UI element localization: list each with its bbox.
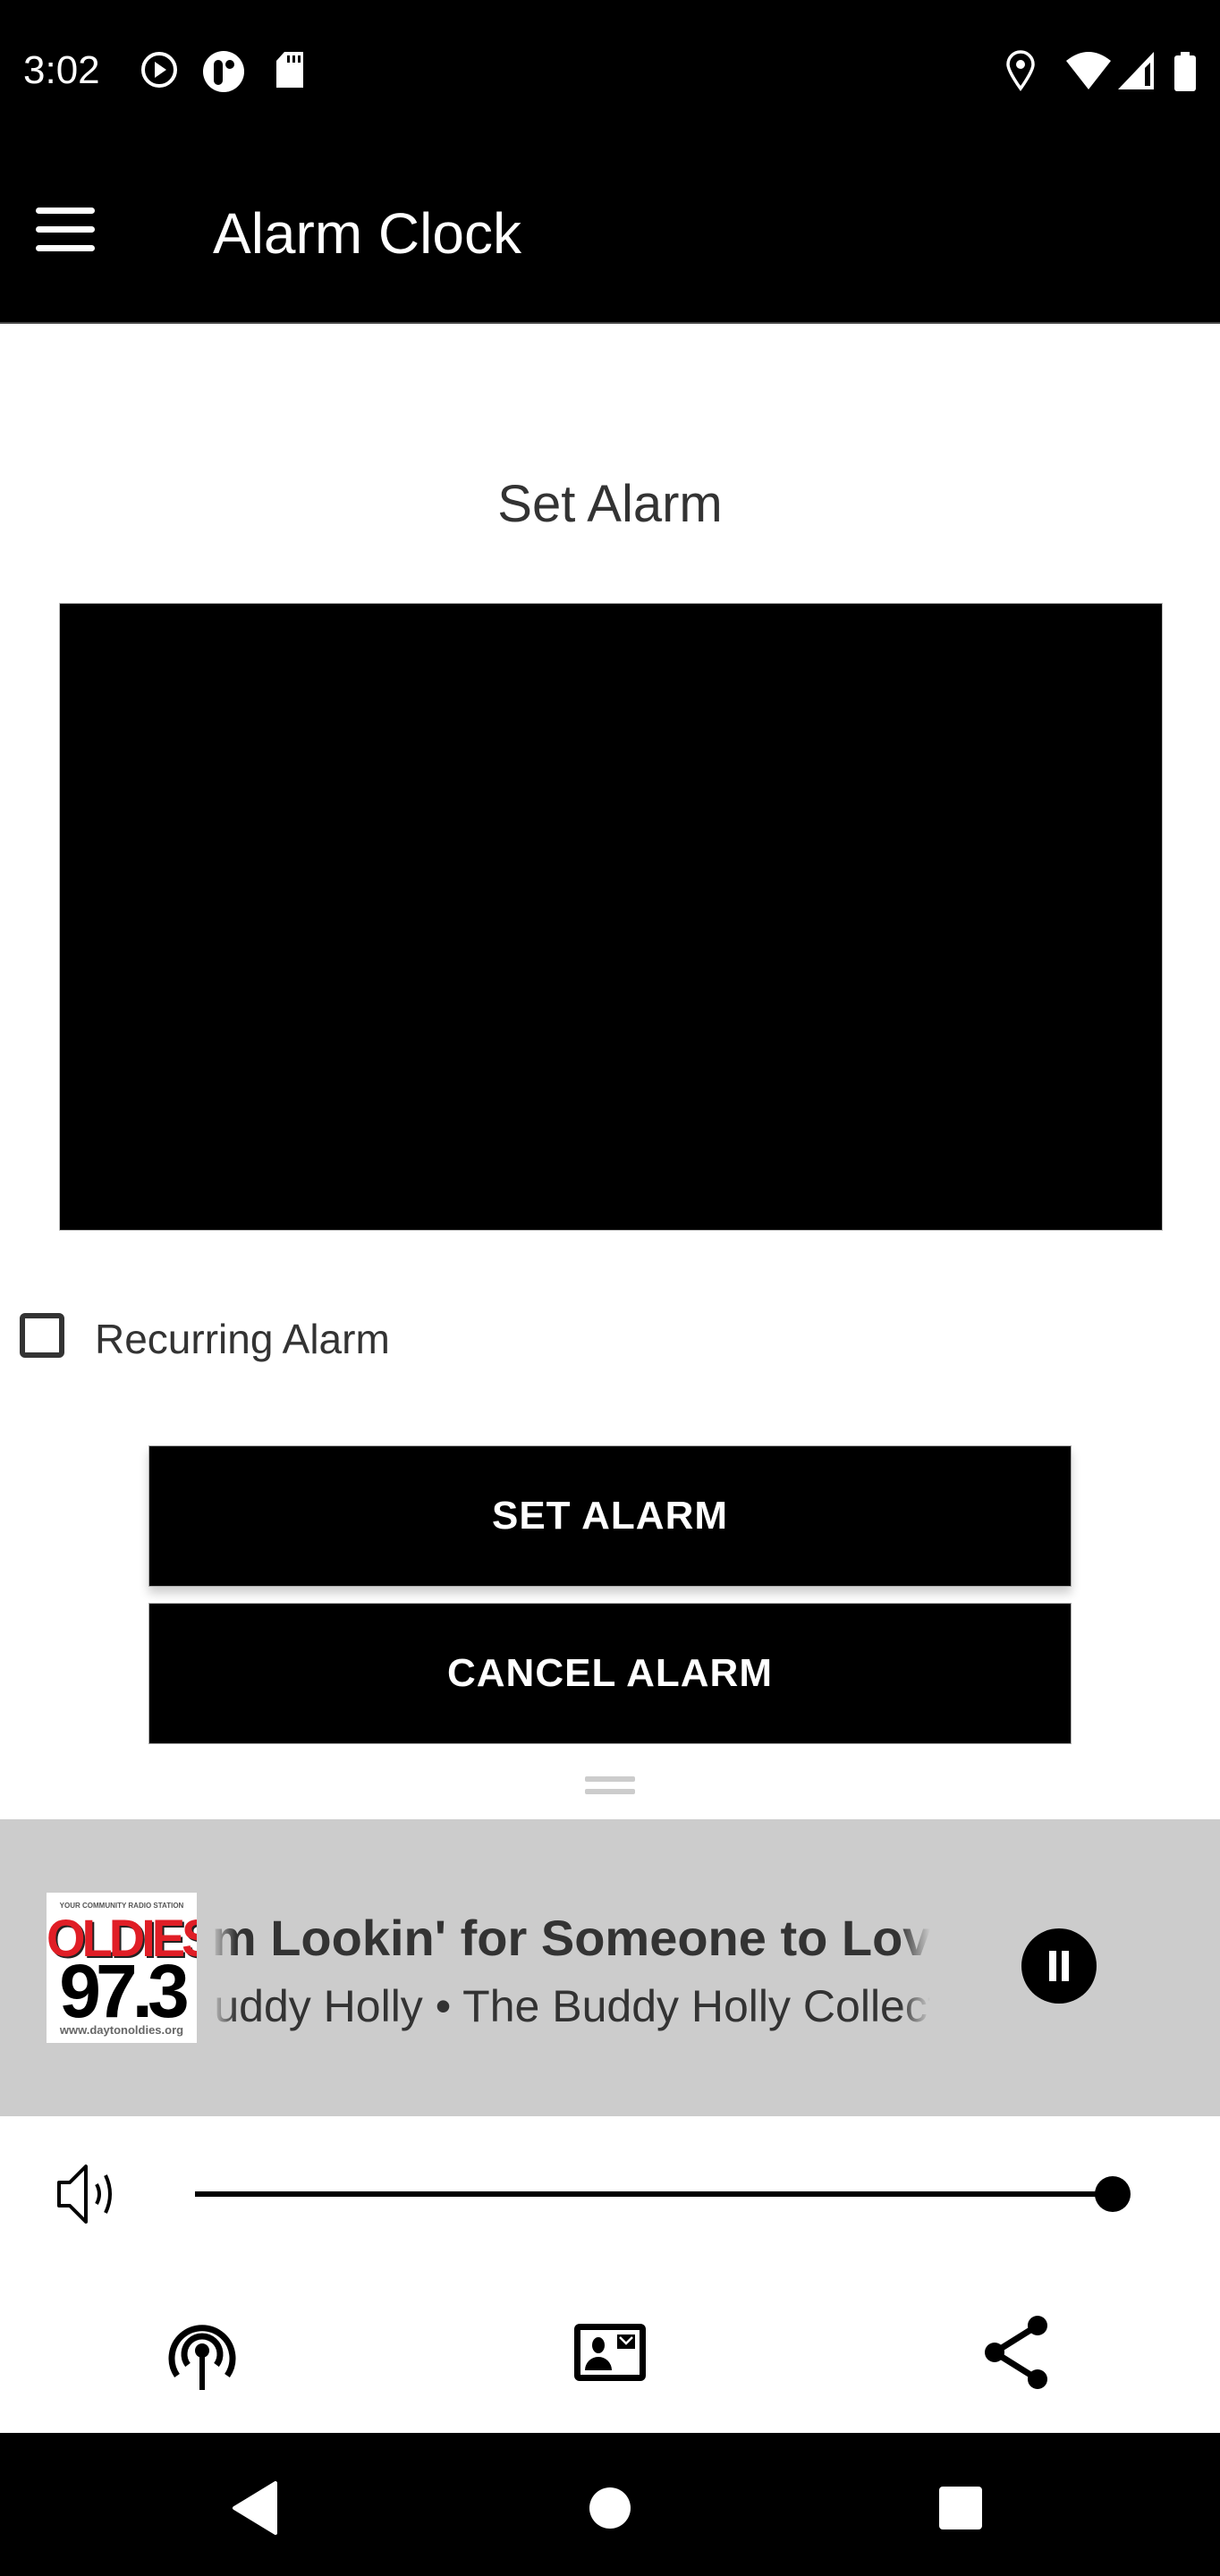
logo-frequency: 97.3 <box>59 1949 190 2033</box>
app-notification-icon <box>203 51 244 92</box>
app-title: Alarm Clock <box>213 201 521 266</box>
section-title: Set Alarm <box>497 475 723 533</box>
back-icon[interactable] <box>218 2472 290 2544</box>
logo-url: www.daytonoldies.org <box>59 2023 184 2037</box>
pause-icon <box>1049 1951 1056 1981</box>
app-bar: Alarm Clock <box>0 145 1220 324</box>
volume-thumb[interactable] <box>1095 2176 1131 2212</box>
time-picker-area[interactable] <box>59 603 1163 1231</box>
pause-button[interactable] <box>1021 1928 1097 2004</box>
status-time: 3:02 <box>23 48 100 92</box>
volume-slider[interactable] <box>195 2165 1131 2224</box>
track-info: I'm Lookin' for Someone to Love Buddy Ho… <box>211 1909 930 2043</box>
station-logo: YOUR COMMUNITY RADIO STATION OLDIES 97.3… <box>47 1893 197 2043</box>
volume-track <box>195 2191 1113 2197</box>
contact-card-icon[interactable] <box>565 2308 655 2397</box>
hamburger-menu-icon[interactable] <box>27 191 102 267</box>
drag-handle-line <box>585 1776 635 1782</box>
recents-icon[interactable] <box>925 2472 996 2544</box>
track-title: I'm Lookin' for Someone to Love <box>211 1910 930 1966</box>
battery-icon <box>1174 52 1196 91</box>
drag-handle-line <box>585 1789 635 1794</box>
cancel-alarm-button[interactable]: CANCEL ALARM <box>148 1603 1072 1744</box>
podcast-broadcast-icon[interactable] <box>157 2308 247 2397</box>
home-icon[interactable] <box>574 2472 646 2544</box>
pause-icon <box>1062 1951 1069 1981</box>
share-icon[interactable] <box>971 2308 1061 2397</box>
drag-handle[interactable] <box>585 1775 635 1794</box>
set-alarm-button[interactable]: SET ALARM <box>148 1445 1072 1587</box>
track-subtitle: Buddy Holly • The Buddy Holly Collection <box>211 1981 930 2031</box>
system-nav-bar <box>0 2433 1220 2576</box>
sd-card-icon <box>276 52 303 88</box>
wifi-icon <box>1066 52 1111 89</box>
cell-signal-icon <box>1118 52 1154 89</box>
status-bar: 3:02 <box>0 0 1220 145</box>
play-circle-icon <box>141 52 177 88</box>
now-playing-bar[interactable]: YOUR COMMUNITY RADIO STATION OLDIES 97.3… <box>0 1819 1220 2116</box>
volume-icon[interactable] <box>55 2163 123 2225</box>
recurring-alarm-label: Recurring Alarm <box>95 1316 390 1362</box>
location-icon <box>1006 50 1035 91</box>
checkbox-unchecked-icon[interactable] <box>20 1313 64 1358</box>
